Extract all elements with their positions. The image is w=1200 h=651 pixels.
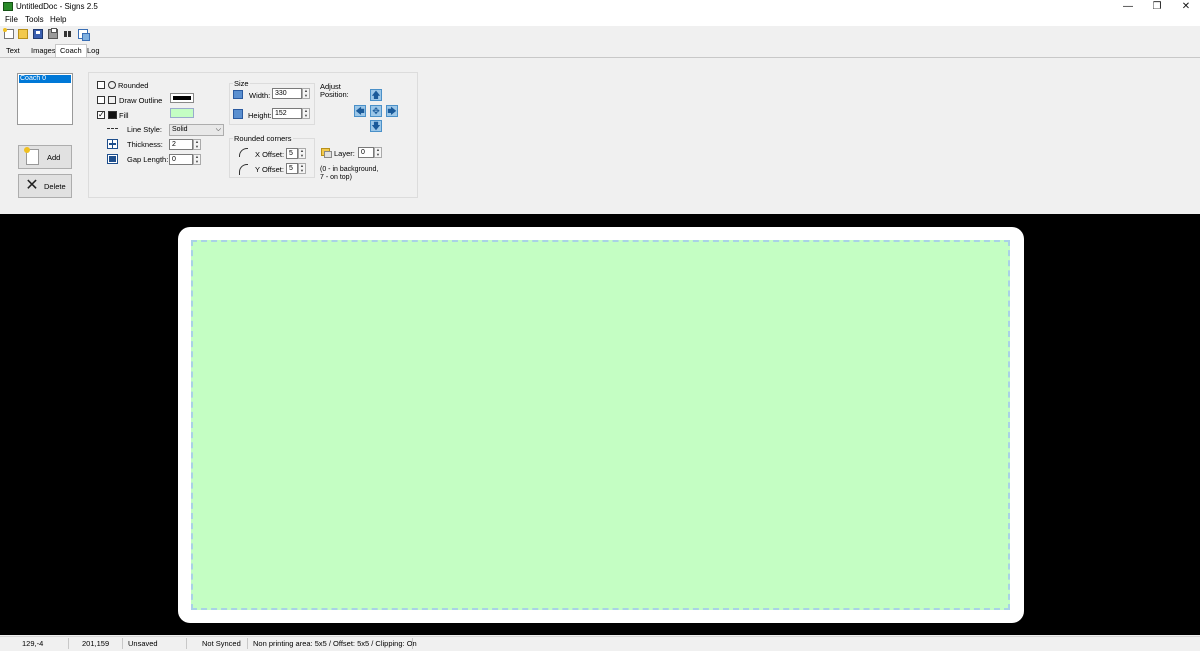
app-icon [3, 2, 13, 11]
y-offset-spinner[interactable] [298, 163, 306, 174]
y-offset-input[interactable]: 5 [286, 163, 298, 174]
shape-list[interactable]: Coach 0 [17, 73, 73, 125]
restore-button[interactable]: ❐ [1142, 0, 1172, 14]
gap-length-input[interactable]: 0 [169, 154, 193, 165]
status-separator [247, 638, 248, 649]
menu-bar [0, 14, 1200, 26]
layer-input[interactable]: 0 [358, 147, 374, 158]
width-label: Width: [249, 91, 271, 100]
layer-hint-1: (0 - in background, [320, 166, 379, 173]
y-offset-icon [239, 164, 248, 175]
line-style-select[interactable]: Solid ⌵ [169, 124, 224, 136]
outline-shape-icon [108, 96, 116, 104]
size-group-title: Size [233, 79, 250, 88]
line-style-label: Line Style: [127, 125, 163, 134]
delete-button-label: Delete [44, 182, 66, 191]
thickness-spinner[interactable] [193, 139, 201, 150]
tab-coach[interactable]: Coach [55, 44, 87, 57]
fill-shape-icon [108, 111, 117, 119]
layer-label: Layer: [334, 149, 355, 158]
rounded-corners-title: Rounded corners [233, 134, 293, 143]
status-separator [412, 638, 413, 649]
add-button-label: Add [47, 153, 61, 162]
arrow-right-icon[interactable]: 🡆 [386, 105, 398, 117]
arrow-up-icon[interactable]: 🡅 [370, 89, 382, 101]
arrow-left-icon[interactable]: 🡄 [354, 105, 366, 117]
status-separator [68, 638, 69, 649]
outline-color-swatch[interactable] [170, 93, 194, 103]
coach-shape[interactable] [191, 240, 1010, 610]
minimize-button[interactable]: — [1113, 0, 1143, 14]
thickness-icon [107, 139, 118, 149]
menu-tools[interactable]: Tools [25, 15, 44, 24]
fill-color-swatch[interactable] [170, 108, 194, 118]
chevron-down-icon: ⌵ [215, 126, 221, 133]
new-icon[interactable] [3, 28, 14, 39]
tab-log[interactable]: Log [83, 45, 104, 56]
x-offset-icon [239, 148, 248, 157]
save-icon[interactable] [33, 29, 43, 39]
draw-outline-label: Draw Outline [119, 96, 163, 105]
layer-icon [321, 148, 332, 158]
width-spinner[interactable] [302, 88, 310, 99]
delete-icon: ✕ [25, 177, 39, 194]
rounded-shape-icon [108, 81, 116, 89]
thickness-input[interactable]: 2 [169, 139, 193, 150]
title-bar [0, 0, 1200, 14]
add-button[interactable]: Add [18, 145, 72, 169]
adjust-position-label-2: Position: [320, 90, 349, 99]
status-info: Non printing area: 5x5 / Offset: 5x5 / C… [253, 639, 417, 648]
print-icon[interactable] [48, 28, 58, 39]
arrow-down-icon[interactable]: 🡇 [370, 120, 382, 132]
x-offset-label: X Offset: [255, 150, 285, 159]
fill-label: Fill [119, 111, 129, 120]
add-icon [24, 147, 39, 165]
status-separator [122, 638, 123, 649]
status-saved: Unsaved [128, 639, 158, 648]
width-icon [233, 90, 243, 99]
height-spinner[interactable] [302, 108, 310, 119]
y-offset-label: Y Offset: [255, 165, 284, 174]
menu-file[interactable]: File [5, 15, 18, 24]
line-style-value: Solid [172, 126, 188, 133]
layer-hint-2: 7 - on top) [320, 174, 352, 181]
rounded-checkbox[interactable] [97, 81, 105, 89]
rounded-label: Rounded [118, 81, 149, 90]
open-icon[interactable] [18, 29, 28, 39]
line-style-icon [107, 128, 118, 130]
close-button[interactable]: ✕ [1171, 0, 1200, 14]
fill-checkbox[interactable]: ✓ [97, 111, 105, 119]
gap-length-spinner[interactable] [193, 154, 201, 165]
status-sync: Not Synced [202, 639, 241, 648]
height-label: Height: [248, 111, 272, 120]
layer-spinner[interactable] [374, 147, 382, 158]
menu-help[interactable]: Help [50, 15, 66, 24]
status-coords: 201,159 [82, 639, 110, 648]
delete-button[interactable]: ✕ Delete [18, 174, 72, 198]
list-item[interactable]: Coach 0 [19, 75, 71, 83]
x-offset-input[interactable]: 5 [286, 148, 298, 159]
gap-length-icon [107, 154, 118, 164]
toolbar [0, 27, 1200, 44]
height-input[interactable]: 152 [272, 108, 302, 119]
width-input[interactable]: 330 [272, 88, 302, 99]
find-icon[interactable] [63, 29, 73, 39]
tab-text[interactable]: Text [2, 45, 24, 56]
status-bar [0, 636, 1200, 651]
status-cursor: 129,-4 [22, 639, 44, 648]
center-move-icon[interactable]: ✥ [370, 105, 382, 117]
copy-icon[interactable] [78, 29, 90, 41]
status-separator [186, 638, 187, 649]
thickness-label: Thickness: [127, 140, 163, 149]
draw-outline-checkbox[interactable] [97, 96, 105, 104]
gap-length-label: Gap Length: [127, 155, 169, 164]
x-offset-spinner[interactable] [298, 148, 306, 159]
window-title: UntitledDoc - Signs 2.5 [16, 2, 98, 11]
height-icon [233, 109, 243, 119]
